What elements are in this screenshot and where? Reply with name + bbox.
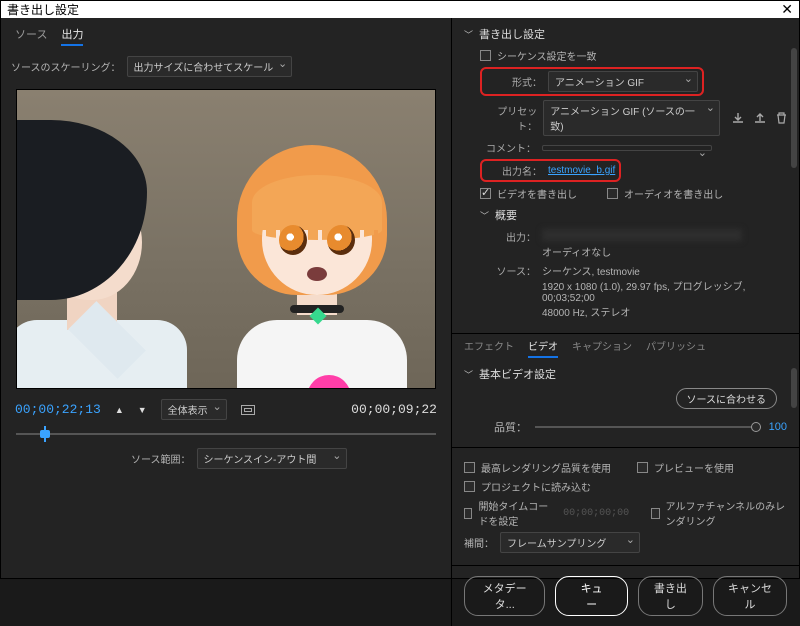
summary-source-line1: 1920 x 1080 (1.0), 29.97 fps, プログレッシブ, 0…	[542, 282, 745, 304]
import-project-label: プロジェクトに読み込む	[481, 479, 591, 494]
window-title: 書き出し設定	[7, 1, 79, 18]
scaling-label: ソースのスケーリング：	[11, 59, 121, 74]
cancel-button[interactable]: キャンセル	[713, 576, 787, 616]
use-preview-checkbox[interactable]	[637, 462, 648, 473]
summary-source-line2: 48000 Hz, ステレオ	[542, 308, 630, 319]
import-project-checkbox[interactable]	[464, 481, 475, 492]
tab-source[interactable]: ソース	[15, 26, 47, 46]
summary-heading: 概要	[495, 207, 517, 223]
quality-slider[interactable]	[535, 426, 761, 428]
delete-preset-icon[interactable]	[776, 112, 787, 124]
scrollbar[interactable]	[791, 48, 797, 168]
timecode-out: 00;00;09;22	[351, 402, 437, 417]
step-back-icon[interactable]: ▲	[115, 405, 124, 415]
use-preview-label: プレビューを使用	[654, 460, 734, 475]
summary-source-label: ソース：	[480, 263, 536, 278]
scrollbar[interactable]	[791, 368, 797, 408]
export-audio-label: オーディオを書き出し	[624, 186, 723, 201]
match-source-button[interactable]: ソースに合わせる	[676, 388, 778, 409]
comment-input[interactable]	[542, 145, 712, 151]
tab-publish[interactable]: パブリッシュ	[646, 338, 706, 358]
output-name-highlight: 出力名： testmovie_b.gif	[480, 159, 621, 182]
alpha-only-label: アルファチャンネルのみレンダリング	[666, 498, 787, 528]
max-quality-checkbox[interactable]	[464, 462, 475, 473]
alpha-only-checkbox[interactable]	[651, 508, 659, 519]
metadata-button[interactable]: メタデータ...	[464, 576, 545, 616]
timecode-in[interactable]: 00;00;22;13	[15, 402, 101, 417]
chevron-down-icon[interactable]: ﹀	[480, 209, 489, 222]
import-preset-icon[interactable]	[754, 112, 766, 124]
preset-label: プリセット：	[480, 103, 537, 133]
scaling-select[interactable]: 出力サイズに合わせてスケール	[127, 56, 293, 77]
match-sequence-label: シーケンス設定を一致	[497, 48, 597, 63]
summary-audio-none: オーディオなし	[542, 248, 611, 259]
format-highlight: 形式： アニメーション GIF	[480, 67, 704, 96]
summary-out-blurred	[542, 229, 742, 241]
basic-video-heading: 基本ビデオ設定	[479, 366, 556, 382]
export-audio-checkbox[interactable]	[607, 188, 618, 199]
summary-source-seq: シーケンス, testmovie	[542, 267, 640, 278]
left-tabs: ソース 出力	[11, 24, 441, 50]
export-button[interactable]: 書き出し	[638, 576, 703, 616]
comment-label: コメント：	[480, 140, 536, 155]
fit-select[interactable]: 全体表示	[161, 399, 227, 420]
titlebar: 書き出し設定 ✕	[1, 1, 799, 18]
preview-figure-left	[16, 120, 167, 380]
preview-figure-right	[217, 145, 417, 389]
quality-label: 品質：	[494, 419, 527, 435]
save-preset-icon[interactable]	[732, 112, 744, 124]
timeline-slider[interactable]	[16, 426, 436, 442]
chevron-down-icon[interactable]: ﹀	[464, 28, 473, 41]
set-timecode-checkbox[interactable]	[464, 508, 472, 519]
aspect-icon[interactable]	[241, 405, 255, 415]
export-video-checkbox[interactable]	[480, 188, 491, 199]
playhead-icon[interactable]	[38, 426, 52, 442]
quality-value[interactable]: 100	[769, 421, 787, 433]
source-range-label: ソース範囲：	[131, 451, 191, 466]
set-timecode-label: 開始タイムコードを設定	[478, 498, 557, 528]
timecode-placeholder: 00;00;00;00	[563, 508, 629, 519]
video-tabs: エフェクト ビデオ キャプション パブリッシュ	[452, 333, 799, 358]
tab-effects[interactable]: エフェクト	[464, 338, 514, 358]
format-select[interactable]: アニメーション GIF	[548, 71, 698, 92]
export-settings-heading: 書き出し設定	[479, 26, 545, 42]
preset-select[interactable]: アニメーション GIF (ソースの一致)	[543, 100, 720, 136]
match-sequence-checkbox[interactable]	[480, 50, 491, 61]
tab-caption[interactable]: キャプション	[572, 338, 632, 358]
close-icon[interactable]: ✕	[781, 1, 793, 18]
step-fwd-icon[interactable]: ▼	[138, 405, 147, 415]
export-video-label: ビデオを書き出し	[497, 186, 577, 201]
queue-button[interactable]: キュー	[555, 576, 627, 616]
output-name-label: 出力名：	[486, 163, 542, 178]
source-range-select[interactable]: シーケンスイン-アウト間	[197, 448, 347, 469]
format-label: 形式：	[486, 74, 542, 89]
output-name-link[interactable]: testmovie_b.gif	[548, 165, 615, 176]
tab-video[interactable]: ビデオ	[528, 338, 558, 358]
interp-label: 補間：	[464, 535, 494, 550]
tab-output[interactable]: 出力	[61, 26, 83, 46]
max-quality-label: 最高レンダリング品質を使用	[481, 460, 611, 475]
summary-out-label: 出力：	[480, 229, 536, 244]
interp-select[interactable]: フレームサンプリング	[500, 532, 640, 553]
chevron-down-icon[interactable]: ﹀	[464, 368, 473, 381]
preview-area	[16, 89, 436, 389]
